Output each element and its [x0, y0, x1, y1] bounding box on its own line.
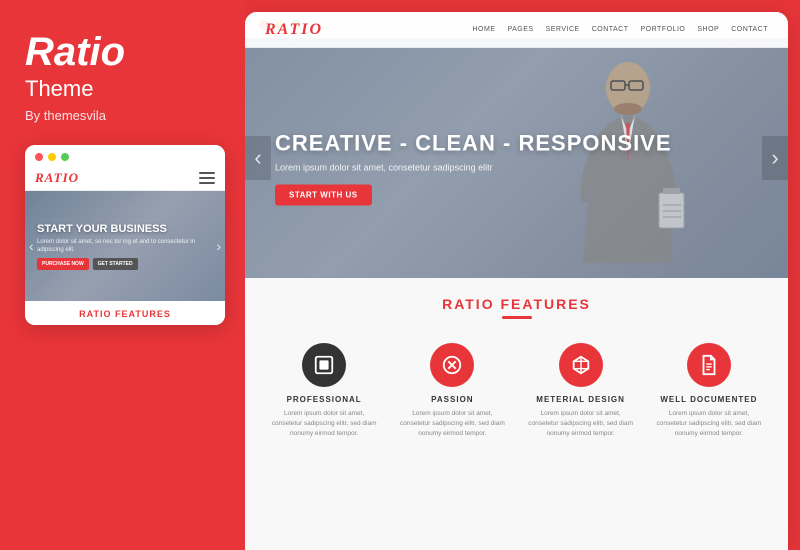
mobile-hero-text: Lorem dolor sit amet, so nec tor ing et …: [37, 238, 213, 255]
mobile-titlebar: [25, 145, 225, 166]
dot-yellow: [48, 153, 56, 161]
site-nav-logo: RATIO: [265, 38, 323, 39]
mobile-features-title: RATIO FEATURES: [35, 309, 215, 319]
dot-red: [35, 153, 43, 161]
material-icon: [570, 354, 592, 376]
mobile-next-arrow[interactable]: ›: [216, 238, 221, 254]
site-hero: CREATIVE - CLEAN - RESPONSIVE Lorem ipsu…: [245, 38, 788, 278]
material-title: METERIAL DESIGN: [528, 395, 634, 404]
mobile-purchase-button[interactable]: PURCHASE NOW: [37, 258, 89, 270]
mobile-navbar: RATIO: [25, 166, 225, 191]
feature-passion: PASSION Lorem ipsum dolor sit amet, cons…: [393, 335, 511, 446]
mobile-hero-content: START YOUR BUSINESS Lorem dolor sit amet…: [37, 223, 213, 271]
professional-title: PROFESSIONAL: [271, 395, 377, 404]
brand-title: Ratio: [25, 30, 125, 74]
features-divider: [502, 316, 532, 319]
brand-block: Ratio Theme By themesvila: [25, 30, 125, 123]
dot-green: [61, 153, 69, 161]
document-icon: [698, 354, 720, 376]
professional-icon: [313, 354, 335, 376]
hero-content: CREATIVE - CLEAN - RESPONSIVE Lorem ipsu…: [275, 131, 672, 206]
hero-cta-button[interactable]: START WITH US: [275, 185, 372, 206]
passion-icon: [441, 354, 463, 376]
brand-by: By themesvila: [25, 108, 125, 123]
professional-icon-wrap: [302, 343, 346, 387]
features-grid: PROFESSIONAL Lorem ipsum dolor sit amet,…: [265, 335, 768, 446]
brand-subtitle: Theme: [25, 76, 125, 102]
right-panel: RATIO HOME PAGES SERVICE CONTACT PORTFOL…: [245, 12, 788, 550]
passion-desc: Lorem ipsum dolor sit amet, consetetur s…: [399, 409, 505, 438]
site-navbar: RATIO HOME PAGES SERVICE CONTACT PORTFOL…: [245, 38, 788, 48]
documented-desc: Lorem ipsum dolor sit amet, consetetur s…: [656, 409, 762, 438]
hero-next-arrow[interactable]: ›: [762, 136, 788, 180]
documented-title: WELL DOCUMENTED: [656, 395, 762, 404]
mobile-preview-card: RATIO ‹ START YOUR BUSINESS Lorem dolor …: [25, 145, 225, 325]
passion-title: PASSION: [399, 395, 505, 404]
passion-icon-wrap: [430, 343, 474, 387]
hero-prev-arrow[interactable]: ‹: [245, 136, 271, 180]
left-panel: Ratio Theme By themesvila RATIO ‹ START …: [0, 0, 245, 550]
material-desc: Lorem ipsum dolor sit amet, consetetur s…: [528, 409, 634, 438]
mobile-hero-title: START YOUR BUSINESS: [37, 223, 213, 235]
feature-documented: WELL DOCUMENTED Lorem ipsum dolor sit am…: [650, 335, 768, 446]
mobile-hero-buttons: PURCHASE NOW GET STARTED: [37, 258, 213, 270]
documented-icon-wrap: [687, 343, 731, 387]
material-icon-wrap: [559, 343, 603, 387]
mobile-started-button[interactable]: GET STARTED: [93, 258, 138, 270]
feature-material: METERIAL DESIGN Lorem ipsum dolor sit am…: [522, 335, 640, 446]
hero-subtext: Lorem ipsum dolor sit amet, consetetur s…: [275, 163, 672, 173]
features-section: RATIO FEATURES PROFESSIONAL Lorem ipsum …: [245, 278, 788, 550]
feature-professional: PROFESSIONAL Lorem ipsum dolor sit amet,…: [265, 335, 383, 446]
mobile-nav-logo: RATIO: [35, 170, 79, 186]
mobile-hero: ‹ START YOUR BUSINESS Lorem dolor sit am…: [25, 191, 225, 301]
hero-heading: CREATIVE - CLEAN - RESPONSIVE: [275, 131, 672, 157]
browser-content: RATIO HOME PAGES SERVICE CONTACT PORTFOL…: [245, 38, 788, 550]
mobile-features: RATIO FEATURES: [25, 301, 225, 325]
professional-desc: Lorem ipsum dolor sit amet, consetetur s…: [271, 409, 377, 438]
features-heading: RATIO FEATURES: [265, 296, 768, 312]
hamburger-icon[interactable]: [199, 172, 215, 184]
mobile-prev-arrow[interactable]: ‹: [29, 238, 34, 254]
